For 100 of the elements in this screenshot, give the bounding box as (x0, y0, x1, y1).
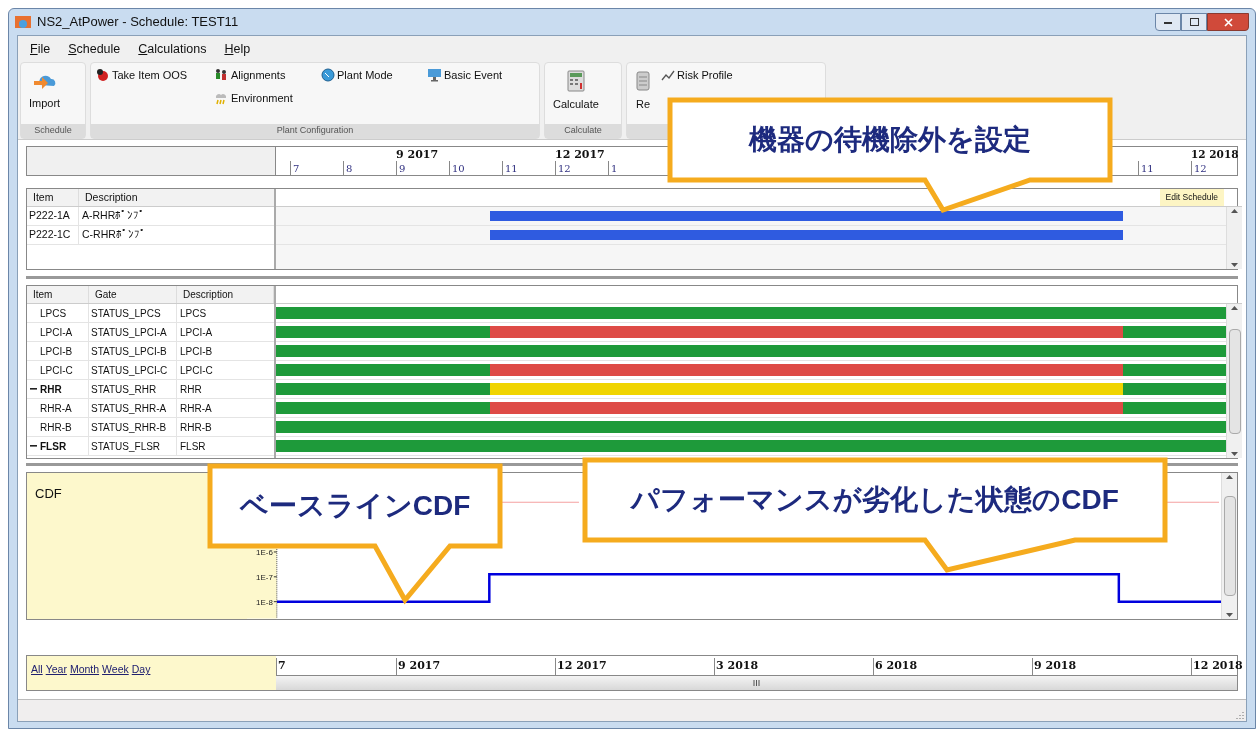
table-cell: STATUS_LPCI-A (89, 323, 177, 341)
minimize-icon (1164, 20, 1172, 24)
date-label: 9 2018 (1032, 658, 1077, 675)
ribbon-group-label: Schedule (34, 124, 72, 138)
year-label: 12 2018 (1191, 147, 1239, 162)
column-header[interactable]: Gate (89, 286, 177, 303)
table-cell-text: LPCS (40, 306, 67, 321)
table-cell-text: RHR-A (179, 401, 213, 416)
table-cell: STATUS_LPCI-B (89, 342, 177, 360)
tick-mark (273, 551, 278, 553)
date-label: 12 2018 (1191, 658, 1243, 675)
scroll-down-icon[interactable] (1231, 263, 1238, 267)
ribbon-button[interactable]: Re (631, 67, 655, 115)
table-cell-text: RHR (40, 382, 62, 397)
date-label: 6 2018 (873, 658, 918, 675)
maximize-icon (1189, 18, 1199, 26)
ribbon-group-label: Plant Configuration (276, 124, 354, 138)
column-header[interactable]: Description (177, 286, 274, 303)
month-label: 1 (608, 161, 618, 176)
window-title: NS2_AtPower - Schedule: TEST11 (37, 13, 239, 32)
collapse-icon[interactable] (29, 385, 38, 393)
collapse-icon[interactable] (29, 442, 38, 450)
menu-item[interactable]: Schedule (68, 39, 121, 59)
ribbon-button[interactable]: Import (25, 67, 65, 115)
table-cell-text: LPCI-B (40, 344, 73, 359)
callout-text: パフォーマンスが劣化した状態のCDF (631, 484, 1119, 516)
table-cell-text: LPCS (179, 306, 208, 321)
table-cell: P222-1C (27, 226, 79, 244)
column-header[interactable]: Item (27, 189, 79, 206)
table-cell: STATUS_FLSR (89, 437, 177, 455)
table-cell: P222-1A (27, 207, 79, 225)
date-label: 7 (276, 658, 286, 675)
table-cell-text: LPCI-A (40, 325, 73, 340)
month-label: 12 (1191, 161, 1207, 176)
table-cell-text: RHR-B (40, 420, 72, 435)
menu-item[interactable]: Calculations (138, 39, 207, 59)
table-cell-text: LPCI-C (179, 363, 214, 378)
ribbon-group-label: Calculate (564, 124, 602, 138)
table-cell-text: LPCI-B (179, 344, 214, 359)
scrollbar[interactable] (1226, 207, 1242, 269)
tick-mark (273, 576, 278, 578)
table-cell-text: RHR-A (40, 401, 72, 416)
axis-tick-label: 1E-7 (256, 572, 273, 582)
component-icon (95, 68, 110, 82)
scroll-up-icon[interactable] (1231, 306, 1238, 310)
scroll-up-icon[interactable] (1226, 475, 1233, 479)
table-cell: STATUS_LPCS (89, 304, 177, 322)
table-cell: STATUS_RHR-B (89, 418, 177, 436)
menu-item[interactable]: File (30, 39, 51, 59)
table-cell-text: RHR-B (179, 420, 213, 435)
month-label: 8 (343, 161, 353, 176)
ribbon-button[interactable]: Take Item OOS (95, 67, 213, 83)
scroll-icon (635, 69, 651, 92)
month-label: 9 (396, 161, 406, 176)
cloud-rain-icon (213, 91, 229, 105)
horizontal-scrollbar[interactable] (276, 676, 1237, 690)
scroll-up-icon[interactable] (1231, 209, 1238, 213)
menu-item[interactable]: Help (224, 39, 251, 59)
zoom-link[interactable]: All (31, 662, 43, 678)
column-header[interactable]: Description (79, 189, 274, 206)
month-label: 11 (1138, 161, 1154, 176)
ribbon-button[interactable]: Calculate (549, 67, 603, 115)
scroll-down-icon[interactable] (1226, 613, 1233, 617)
tick-mark (273, 601, 278, 603)
minimize-button[interactable] (1155, 13, 1181, 31)
zoom-link[interactable]: Day (131, 662, 151, 678)
ribbon-button[interactable]: Environment (213, 90, 321, 106)
app-icon (15, 16, 31, 28)
ribbon-button[interactable]: Plant Mode (321, 67, 427, 83)
zoom-link[interactable]: Year (45, 662, 67, 678)
close-button[interactable] (1207, 13, 1249, 31)
date-label: 12 2017 (555, 658, 607, 675)
date-label: 9 2017 (396, 658, 441, 675)
date-label: 3 2018 (714, 658, 759, 675)
edit-schedule-label[interactable]: Edit Schedule (1159, 189, 1224, 206)
maximize-button[interactable] (1181, 13, 1207, 31)
axis-tick-label: 1E-6 (256, 547, 273, 557)
table-cell: STATUS_RHR (89, 380, 177, 398)
table-cell: STATUS_RHR-A (89, 399, 177, 417)
zoom-link[interactable]: Month (69, 662, 100, 678)
table-cell-text: LPCI-A (179, 325, 214, 340)
grip-icon (753, 680, 760, 686)
scrollbar[interactable] (1221, 473, 1237, 619)
month-label: 11 (502, 161, 518, 176)
monitor-icon (427, 68, 442, 82)
table-cell-text: A-RHRﾎﾟﾝﾌﾟ (81, 208, 147, 224)
ribbon-button[interactable]: Basic Event (427, 67, 527, 83)
scroll-down-icon[interactable] (1231, 452, 1238, 456)
table-cell-text: RHR (179, 382, 203, 397)
resize-grip-icon[interactable] (1236, 711, 1244, 719)
figures-icon (213, 68, 229, 82)
table-cell-text: FLSR (179, 439, 207, 454)
ribbon-button[interactable]: Risk Profile (661, 67, 779, 83)
close-icon (1223, 17, 1233, 27)
zoom-link[interactable]: Week (102, 662, 129, 678)
year-label: 9 2017 (396, 147, 439, 163)
column-header[interactable]: Item (27, 286, 89, 303)
scrollbar[interactable] (1226, 304, 1242, 458)
table-cell: STATUS_LPCI-C (89, 361, 177, 379)
ribbon-button[interactable]: Alignments (213, 67, 321, 83)
